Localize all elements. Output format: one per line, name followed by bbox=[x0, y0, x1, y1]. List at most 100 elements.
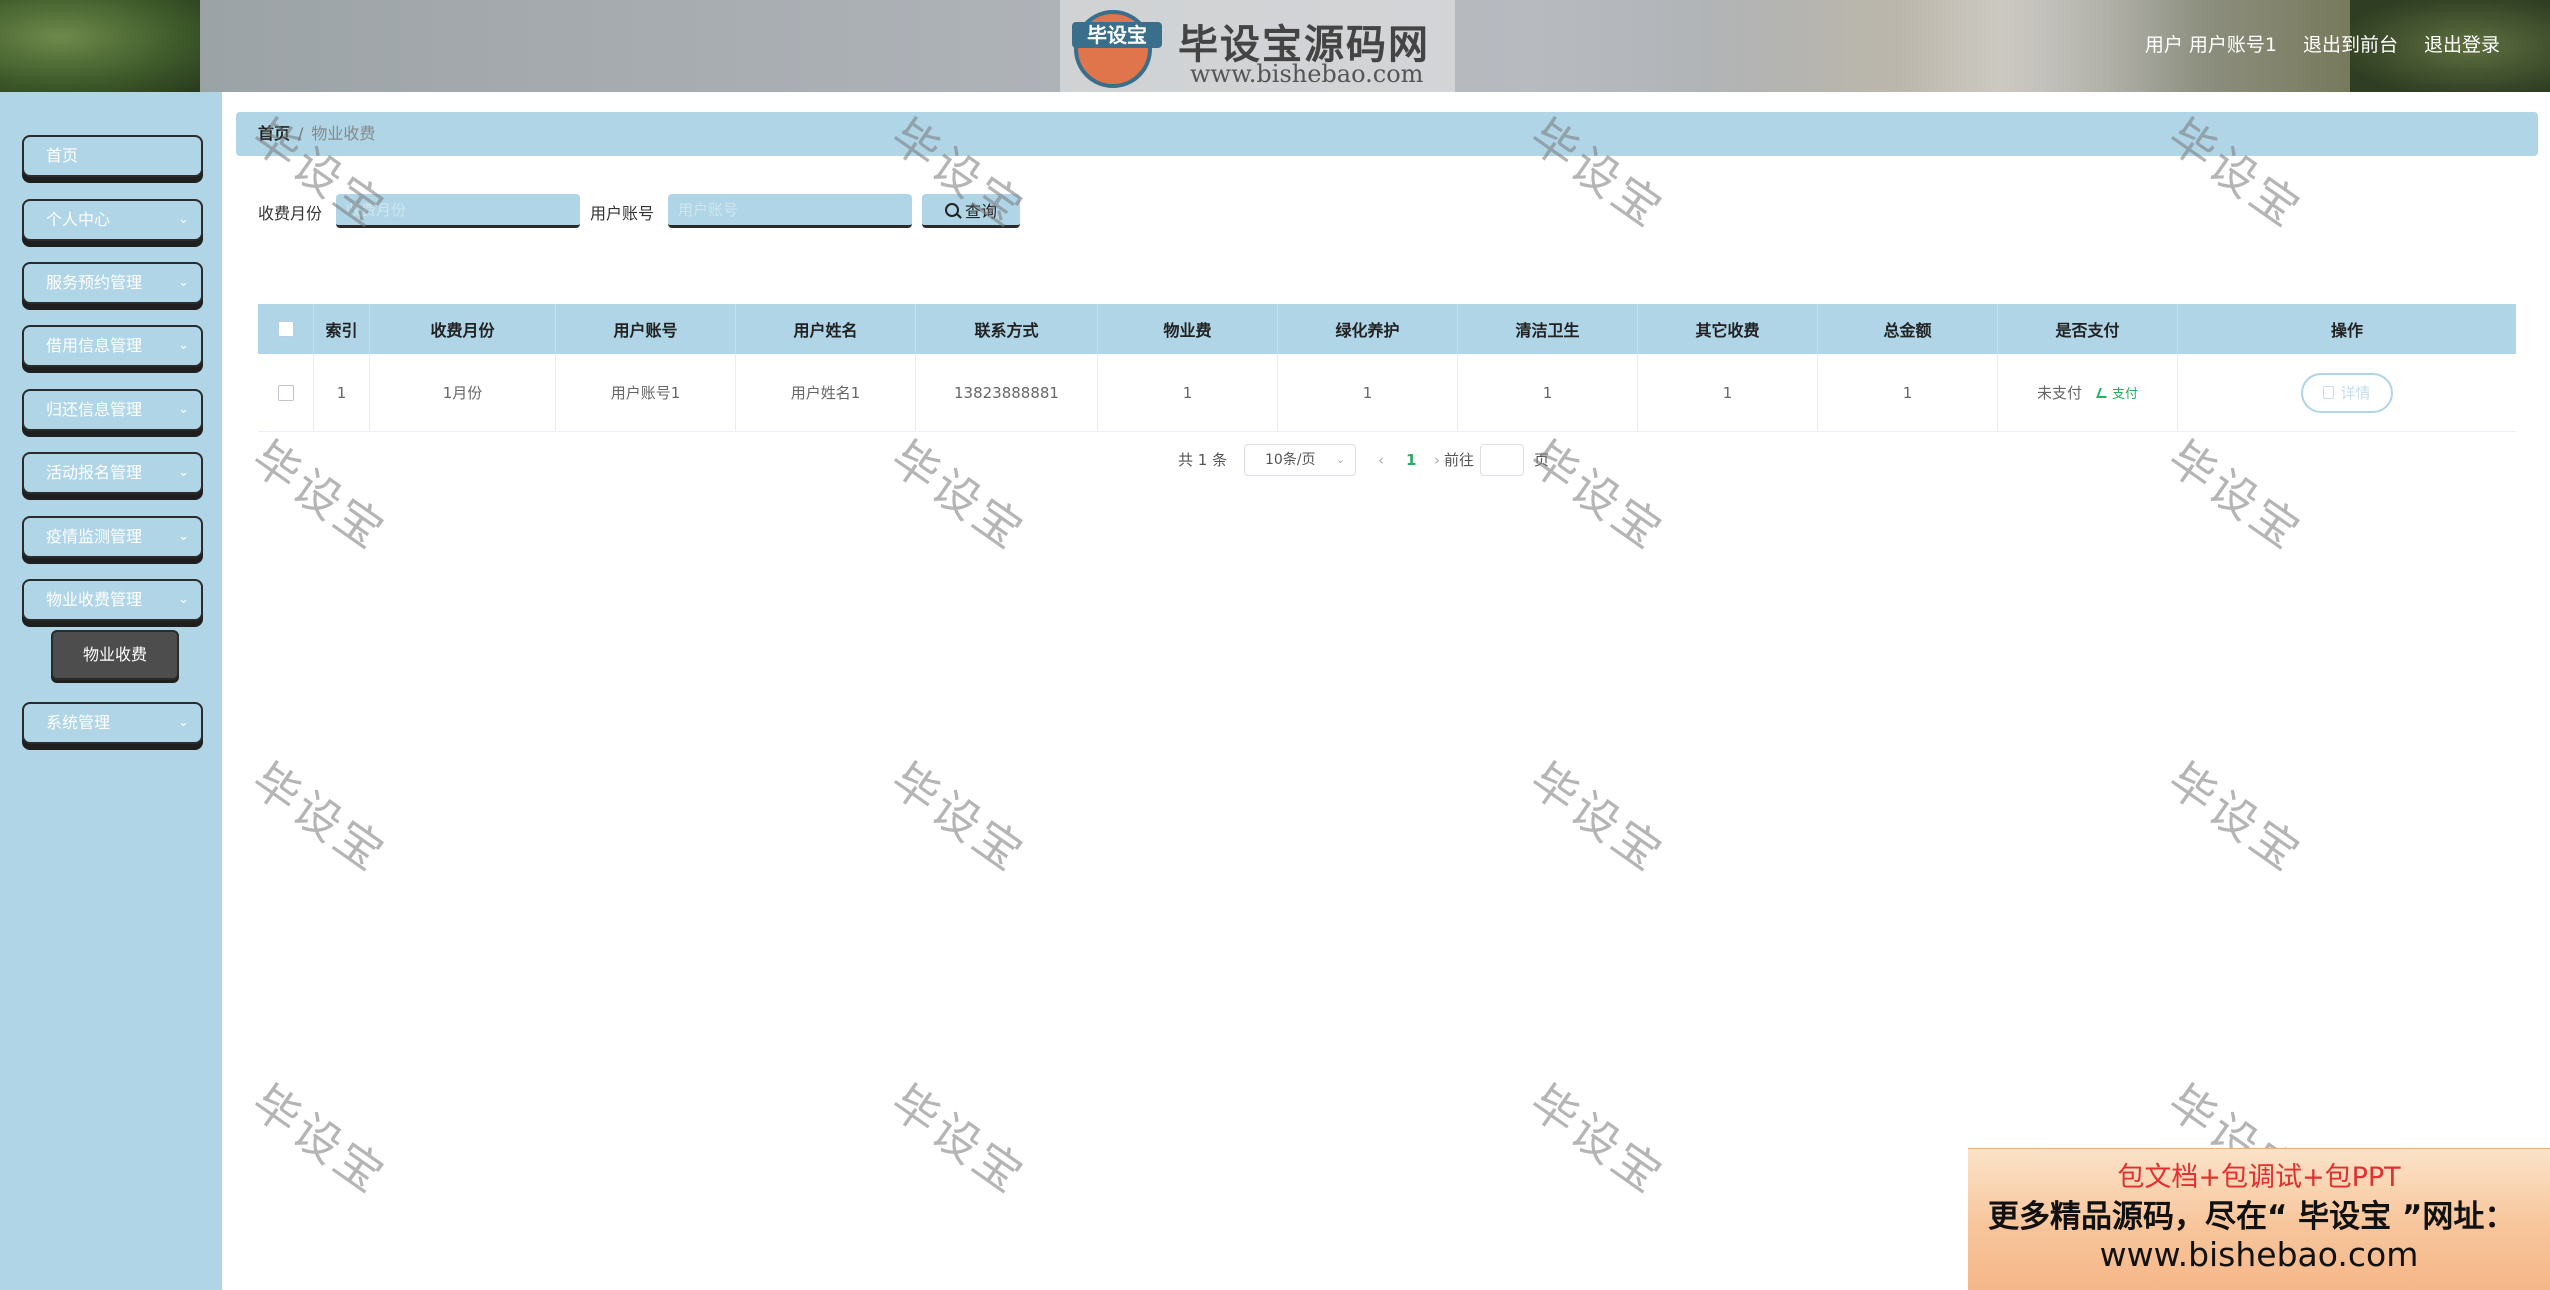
column-header: 清洁卫生 bbox=[1458, 304, 1638, 354]
account-label: 用户账号 bbox=[590, 204, 655, 223]
sidebar-item-activity-signup[interactable]: 活动报名管理 ⌄ bbox=[22, 452, 203, 494]
cell-month: 1月份 bbox=[370, 354, 556, 431]
cell-actions: 详情 bbox=[2178, 354, 2516, 431]
cell-account: 用户账号1 bbox=[556, 354, 736, 431]
logo-badge-label: 毕设宝 bbox=[1072, 22, 1162, 48]
breadcrumb-home[interactable]: 首页 bbox=[258, 124, 290, 143]
sidebar-item-label: 个人中心 bbox=[46, 210, 111, 229]
sidebar-item-label: 系统管理 bbox=[46, 713, 111, 732]
sidebar-item-borrow-info[interactable]: 借用信息管理 ⌄ bbox=[22, 325, 203, 367]
sidebar-item-label: 疫情监测管理 bbox=[46, 527, 143, 546]
column-header: 物业费 bbox=[1098, 304, 1278, 354]
pay-button[interactable]: 支付 bbox=[2096, 383, 2139, 402]
site-logo: 毕设宝 毕设宝源码网 www.bishebao.com bbox=[1060, 0, 1455, 92]
edit-icon bbox=[2096, 387, 2110, 398]
document-icon bbox=[2323, 386, 2335, 399]
detail-button[interactable]: 详情 bbox=[2301, 372, 2393, 413]
ad-line-services: 包文档+包调试+包PPT bbox=[2117, 1162, 2401, 1193]
sidebar-item-system-management[interactable]: 系统管理 ⌄ bbox=[22, 702, 203, 744]
exit-to-frontend-link[interactable]: 退出到前台 bbox=[2303, 30, 2398, 57]
sidebar-item-label: 物业收费管理 bbox=[46, 590, 143, 609]
chevron-down-icon: ⌄ bbox=[178, 529, 189, 544]
sidebar-item-label: 服务预约管理 bbox=[46, 273, 143, 292]
column-header: 用户姓名 bbox=[736, 304, 916, 354]
header-background-left bbox=[0, 0, 200, 92]
column-header: 绿化养护 bbox=[1278, 304, 1458, 354]
cell-total: 1 bbox=[1818, 354, 1998, 431]
cell-paid-status: 未支付 支付 bbox=[1998, 354, 2178, 431]
cell-property-fee: 1 bbox=[1098, 354, 1278, 431]
column-header: 总金额 bbox=[1818, 304, 1998, 354]
cell-index: 1 bbox=[314, 354, 370, 431]
page-size-select[interactable]: 10条/页 ⌄ bbox=[1244, 444, 1356, 476]
chevron-down-icon: ⌄ bbox=[178, 402, 189, 417]
sidebar-item-service-booking[interactable]: 服务预约管理 ⌄ bbox=[22, 262, 203, 304]
logo-url: www.bishebao.com bbox=[1190, 60, 1424, 88]
chevron-down-icon: ⌄ bbox=[178, 275, 189, 290]
cell-name: 用户姓名1 bbox=[736, 354, 916, 431]
detail-button-label: 详情 bbox=[2340, 384, 2371, 402]
breadcrumb-separator: / bbox=[298, 124, 304, 143]
sidebar-item-property-fee-management[interactable]: 物业收费管理 ⌄ bbox=[22, 579, 203, 621]
sidebar-item-label: 活动报名管理 bbox=[46, 463, 143, 482]
sidebar-item-epidemic-monitor[interactable]: 疫情监测管理 ⌄ bbox=[22, 516, 203, 558]
page-size-value: 10条/页 bbox=[1265, 452, 1316, 468]
account-search-input[interactable] bbox=[668, 194, 912, 228]
column-header: 操作 bbox=[2330, 321, 2363, 340]
month-label: 收费月份 bbox=[258, 204, 323, 223]
pay-button-label: 支付 bbox=[2112, 387, 2139, 402]
header-links: 用户 用户账号1 退出到前台 退出登录 bbox=[2145, 30, 2500, 57]
table-header: 索引 收费月份 用户账号 用户姓名 联系方式 物业费 绿化养护 清洁卫生 其它收… bbox=[258, 304, 2516, 354]
next-page-button[interactable]: › bbox=[1434, 444, 1440, 476]
sidebar-item-return-info[interactable]: 归还信息管理 ⌄ bbox=[22, 389, 203, 431]
column-header: 用户账号 bbox=[556, 304, 736, 354]
cell-cleaning: 1 bbox=[1458, 354, 1638, 431]
main-content: 首页 / 物业收费 收费月份 用户账号 查询 索引 收费月份 用户账号 用户姓名 联… bbox=[222, 92, 2550, 1290]
breadcrumb-current: 物业收费 bbox=[311, 124, 376, 143]
search-button-label: 查询 bbox=[964, 201, 997, 221]
cell-phone: 13823888881 bbox=[916, 354, 1098, 431]
goto-page-input[interactable] bbox=[1480, 444, 1524, 476]
page-number-current[interactable]: 1 bbox=[1406, 444, 1416, 476]
column-header: 其它收费 bbox=[1638, 304, 1818, 354]
sidebar: 首页 个人中心 ⌄ 服务预约管理 ⌄ 借用信息管理 ⌄ 归还信息管理 ⌄ 活动报… bbox=[0, 92, 222, 1290]
column-header: 收费月份 bbox=[370, 304, 556, 354]
logout-link[interactable]: 退出登录 bbox=[2424, 30, 2500, 57]
chevron-down-icon: ⌄ bbox=[178, 212, 189, 227]
search-icon bbox=[944, 202, 959, 217]
select-all-checkbox[interactable] bbox=[277, 321, 294, 337]
chevron-down-icon: ⌄ bbox=[178, 715, 189, 730]
table-row: 1 1月份 用户账号1 用户姓名1 13823888881 1 1 1 1 1 … bbox=[258, 354, 2516, 432]
cell-other: 1 bbox=[1638, 354, 1818, 431]
sidebar-subitem-property-fee[interactable]: 物业收费 bbox=[51, 630, 179, 680]
ad-banner[interactable]: 包文档+包调试+包PPT 更多精品源码，尽在“ 毕设宝 ”网址： www.bis… bbox=[1968, 1148, 2550, 1290]
sidebar-item-home[interactable]: 首页 bbox=[22, 135, 203, 177]
top-header: 毕设宝 毕设宝源码网 www.bishebao.com 用户 用户账号1 退出到… bbox=[0, 0, 2550, 92]
sidebar-item-label: 借用信息管理 bbox=[46, 336, 143, 355]
pagination-total: 共 1 条 bbox=[1178, 451, 1228, 469]
chevron-down-icon: ⌄ bbox=[178, 592, 189, 607]
month-search-input[interactable] bbox=[336, 194, 580, 228]
logo-badge-icon: 毕设宝 bbox=[1072, 10, 1162, 88]
chevron-down-icon: ⌄ bbox=[178, 338, 189, 353]
sidebar-item-label: 归还信息管理 bbox=[46, 400, 143, 419]
goto-suffix: 页 bbox=[1534, 451, 1550, 469]
goto-label-text: 前往 bbox=[1444, 451, 1475, 469]
row-select-cell bbox=[258, 354, 314, 431]
column-header: 索引 bbox=[314, 304, 370, 354]
search-button[interactable]: 查询 bbox=[922, 194, 1020, 228]
row-checkbox[interactable] bbox=[277, 384, 294, 401]
prev-page-button[interactable]: ‹ bbox=[1378, 444, 1384, 476]
sidebar-item-personal-center[interactable]: 个人中心 ⌄ bbox=[22, 199, 203, 241]
current-user-label: 用户 用户账号1 bbox=[2144, 34, 2277, 56]
cell-greening: 1 bbox=[1278, 354, 1458, 431]
ad-line-url: www.bishebao.com bbox=[2099, 1235, 2419, 1274]
sidebar-item-label: 首页 bbox=[46, 146, 79, 165]
chevron-down-icon: ⌄ bbox=[1335, 453, 1345, 466]
ad-line-tagline: 更多精品源码，尽在“ 毕设宝 ”网址： bbox=[1988, 1199, 2516, 1235]
chevron-down-icon: ⌄ bbox=[178, 465, 189, 480]
select-all-cell bbox=[258, 304, 314, 354]
breadcrumb: 首页 / 物业收费 bbox=[236, 112, 2538, 156]
header-background-mid bbox=[1700, 0, 2200, 92]
column-header: 联系方式 bbox=[916, 304, 1098, 354]
